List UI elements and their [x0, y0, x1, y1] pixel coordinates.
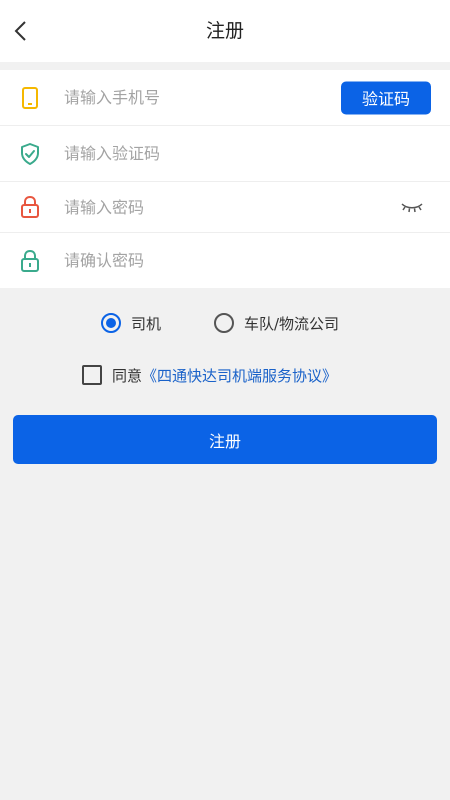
shield-check-icon [18, 142, 42, 166]
role-fleet-radio[interactable]: 车队/物流公司 [214, 308, 339, 338]
phone-icon [18, 86, 42, 110]
agreement-link[interactable]: 《四通快达司机端服务协议》 [142, 365, 337, 386]
confirm-row [0, 233, 450, 288]
lock-icon [18, 195, 42, 219]
radio-unchecked-icon [214, 313, 234, 333]
password-row [0, 182, 450, 233]
phone-row: 验证码 [0, 70, 450, 126]
app-header: 注册 [0, 0, 450, 62]
code-row [0, 126, 450, 182]
role-driver-label: 司机 [131, 314, 162, 333]
register-form: 验证码 [0, 70, 450, 288]
get-code-button[interactable]: 验证码 [341, 81, 431, 114]
role-driver-radio[interactable]: 司机 [101, 308, 161, 338]
role-fleet-label: 车队/物流公司 [244, 314, 340, 333]
lock-icon [18, 249, 42, 273]
toggle-password-button[interactable] [398, 197, 426, 217]
radio-checked-icon [101, 313, 121, 333]
agreement-prefix: 同意 [112, 366, 143, 385]
agreement-row: 同意 《四通快达司机端服务协议》 [82, 362, 337, 388]
agreement-checkbox[interactable] [82, 365, 102, 385]
password-input[interactable] [64, 182, 324, 232]
code-input[interactable] [64, 126, 324, 181]
role-radio-group: 司机 车队/物流公司 [0, 308, 450, 338]
eye-closed-icon [401, 203, 423, 213]
page-title: 注册 [205, 20, 244, 42]
register-button[interactable]: 注册 [13, 415, 437, 464]
phone-input[interactable] [64, 70, 324, 125]
confirm-password-input[interactable] [64, 233, 324, 288]
